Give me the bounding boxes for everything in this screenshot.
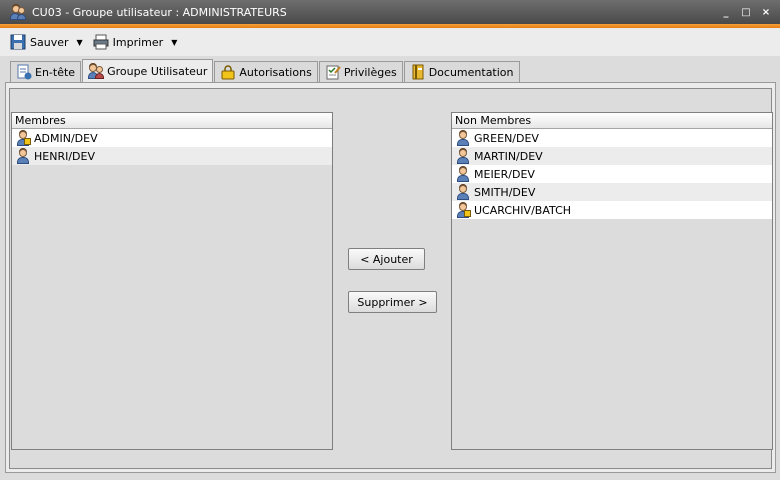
title-bar: CU03 - Groupe utilisateur : ADMINISTRATE… xyxy=(0,0,780,24)
members-list-header: Membres xyxy=(12,113,332,129)
save-label: Sauver xyxy=(30,35,69,49)
list-item[interactable]: GREEN/DEV xyxy=(452,129,772,147)
add-button-label: < Ajouter xyxy=(360,252,413,266)
list-item[interactable]: MEIER/DEV xyxy=(452,165,772,183)
toolbar: Sauver ▼ Imprimer ▼ xyxy=(0,28,780,56)
tab-groupe-utilisateur[interactable]: Groupe Utilisateur xyxy=(82,59,214,82)
list-item[interactable]: UCARCHIV/BATCH xyxy=(452,201,772,219)
close-button[interactable]: × xyxy=(758,4,774,20)
add-button[interactable]: < Ajouter xyxy=(348,248,425,270)
minimize-button[interactable]: _ xyxy=(718,4,734,20)
tab-label: Documentation xyxy=(428,65,514,79)
tab-label: Privilèges xyxy=(343,65,397,79)
user-icon xyxy=(455,130,471,146)
user-icon xyxy=(455,166,471,182)
tab-autorisations[interactable]: Autorisations xyxy=(214,61,318,82)
save-icon xyxy=(10,34,26,50)
tab-label: Autorisations xyxy=(239,65,312,79)
user-icon xyxy=(15,148,31,164)
members-list[interactable]: Membres ADMIN/DEV HENRI/DEV xyxy=(11,112,333,450)
tab-label: En-tête xyxy=(35,65,76,79)
list-item[interactable]: HENRI/DEV xyxy=(12,147,332,165)
tab-label: Groupe Utilisateur xyxy=(107,64,208,78)
save-button[interactable]: Sauver ▼ xyxy=(10,31,83,53)
window-title: CU03 - Groupe utilisateur : ADMINISTRATE… xyxy=(32,5,287,19)
lock-icon xyxy=(220,64,236,80)
printer-icon xyxy=(93,34,109,50)
maximize-button[interactable]: □ xyxy=(738,4,754,20)
list-item-label: ADMIN/DEV xyxy=(34,131,98,145)
non-members-list-header: Non Membres xyxy=(452,113,772,129)
list-item-label: SMITH/DEV xyxy=(474,185,536,199)
window-controls: _ □ × xyxy=(718,4,774,20)
tab-content-panel: Membres ADMIN/DEV HENRI/DEV < Ajouter Su… xyxy=(5,82,776,473)
list-item[interactable]: SMITH/DEV xyxy=(452,183,772,201)
privileges-icon xyxy=(325,64,341,80)
user-lock-icon xyxy=(15,130,31,146)
print-button[interactable]: Imprimer ▼ xyxy=(93,31,177,53)
tab-strip: En-tête Groupe Utilisateur Autorisations… xyxy=(10,59,521,82)
non-members-list[interactable]: Non Membres GREEN/DEV MARTIN/DEV MEIER/D… xyxy=(451,112,773,450)
print-label: Imprimer xyxy=(112,35,164,49)
save-dropdown-arrow-icon[interactable]: ▼ xyxy=(77,38,83,47)
list-item-label: UCARCHIV/BATCH xyxy=(474,203,572,217)
tab-documentation[interactable]: Documentation xyxy=(403,61,520,82)
user-icon xyxy=(455,184,471,200)
list-item-label: HENRI/DEV xyxy=(34,149,95,163)
list-item[interactable]: MARTIN/DEV xyxy=(452,147,772,165)
user-lock-icon xyxy=(455,202,471,218)
header-doc-icon xyxy=(16,64,32,80)
remove-button[interactable]: Supprimer > xyxy=(348,291,437,313)
list-item[interactable]: ADMIN/DEV xyxy=(12,129,332,147)
tab-privileges[interactable]: Privilèges xyxy=(318,61,403,82)
user-icon xyxy=(455,148,471,164)
list-item-label: MEIER/DEV xyxy=(474,167,535,181)
list-item-label: MARTIN/DEV xyxy=(474,149,543,163)
book-icon xyxy=(410,64,426,80)
user-group-icon xyxy=(88,63,105,79)
print-dropdown-arrow-icon[interactable]: ▼ xyxy=(171,38,177,47)
list-item-label: GREEN/DEV xyxy=(474,131,539,145)
group-members-editor: Membres ADMIN/DEV HENRI/DEV < Ajouter Su… xyxy=(9,88,773,469)
tab-en-tete[interactable]: En-tête xyxy=(10,61,82,82)
remove-button-label: Supprimer > xyxy=(357,295,428,309)
user-group-icon xyxy=(10,4,26,20)
